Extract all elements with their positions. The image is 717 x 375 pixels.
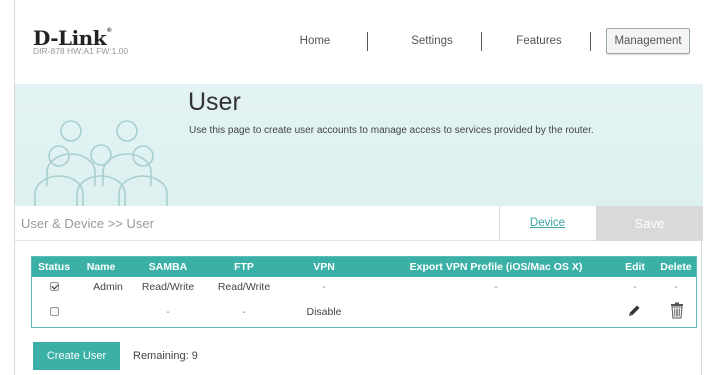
- page-title: User: [188, 88, 241, 116]
- col-delete: Delete: [660, 261, 692, 273]
- cell-samba: Read/Write: [141, 281, 195, 293]
- main-nav: Home Settings Features Management: [15, 28, 703, 54]
- nav-divider: [481, 32, 482, 51]
- page-description: Use this page to create user accounts to…: [189, 125, 594, 136]
- row-status-checkbox[interactable]: [50, 307, 59, 316]
- col-ftp: FTP: [234, 261, 254, 273]
- row-status-checkbox[interactable]: [50, 282, 59, 291]
- page-hero: User Use this page to create user accoun…: [15, 84, 703, 206]
- cell-samba: -: [166, 306, 170, 318]
- nav-divider: [590, 32, 591, 51]
- col-edit: Edit: [625, 261, 645, 273]
- col-export-vpn: Export VPN Profile (iOS/Mac OS X): [409, 261, 583, 273]
- cell-ftp: -: [242, 306, 246, 318]
- save-button[interactable]: Save: [596, 206, 703, 241]
- cell-name: Admin: [93, 281, 123, 293]
- users-icon: [34, 120, 168, 206]
- user-table: Status Name SAMBA FTP VPN Export VPN Pro…: [31, 256, 697, 328]
- col-vpn: VPN: [313, 261, 335, 273]
- remaining-count: Remaining: 9: [133, 350, 198, 362]
- col-status: Status: [37, 261, 71, 273]
- col-samba: SAMBA: [148, 261, 188, 273]
- nav-home[interactable]: Home: [285, 28, 345, 54]
- cell-ftp: Read/Write: [217, 281, 271, 293]
- create-user-button[interactable]: Create User: [33, 342, 120, 370]
- cell-delete: -: [674, 281, 678, 293]
- breadcrumb: User & Device >> User: [21, 216, 154, 231]
- table-header: Status Name SAMBA FTP VPN Export VPN Pro…: [32, 257, 696, 277]
- breadcrumb-bar: User & Device >> User Device Save: [15, 206, 703, 241]
- device-tab: Device: [499, 206, 595, 241]
- cell-edit: -: [633, 281, 637, 293]
- trash-icon[interactable]: [670, 302, 684, 319]
- router-admin-frame: D-Link® DIR-878 HW:A1 FW:1.00 Home Setti…: [14, 0, 703, 375]
- nav-divider: [367, 32, 368, 51]
- nav-settings[interactable]: Settings: [392, 28, 472, 54]
- cell-export: -: [494, 281, 498, 293]
- device-link[interactable]: Device: [500, 206, 595, 241]
- nav-features[interactable]: Features: [499, 28, 579, 54]
- cell-vpn: Disable: [306, 306, 342, 318]
- pencil-icon[interactable]: [627, 304, 641, 318]
- header: D-Link® DIR-878 HW:A1 FW:1.00 Home Setti…: [15, 0, 703, 84]
- cell-vpn: -: [322, 281, 326, 293]
- col-name: Name: [86, 261, 116, 273]
- nav-management[interactable]: Management: [606, 28, 690, 54]
